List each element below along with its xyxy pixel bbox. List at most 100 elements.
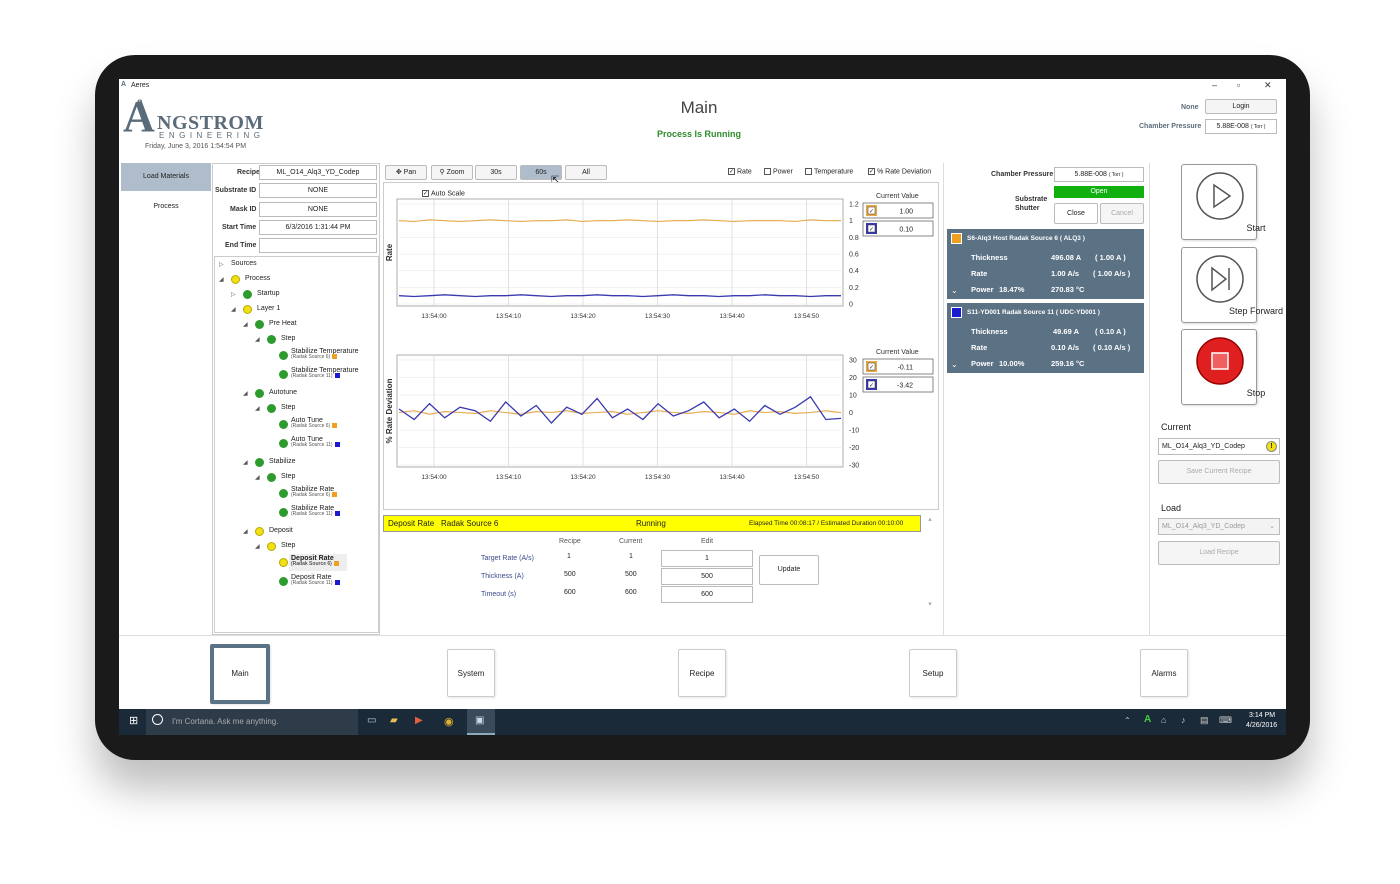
- nav-main[interactable]: Main: [210, 644, 270, 704]
- collapse-icon[interactable]: ◢: [255, 543, 260, 550]
- y-tick-label: 0.6: [849, 252, 859, 259]
- volume-icon[interactable]: ♪: [1181, 715, 1186, 725]
- tree-layer1[interactable]: Layer 1: [257, 305, 280, 312]
- load-recipe-button[interactable]: Load Recipe: [1158, 541, 1280, 565]
- leaf-source: (Radak Source 11): [291, 580, 333, 586]
- load-recipe-select[interactable]: ML_O14_Alq3_YD_Codep ⌄: [1158, 518, 1280, 535]
- step-elapsed: Elapsed Time 00:08:17 / Estimated Durati…: [749, 520, 904, 527]
- collapse-icon[interactable]: ◢: [243, 390, 248, 397]
- expand-icon[interactable]: ▷: [231, 291, 236, 298]
- scroll-down-icon[interactable]: ▾: [928, 601, 932, 608]
- window-titlebar: A Aeres – ▫ ✕: [119, 79, 1286, 93]
- expand-icon[interactable]: ▷: [219, 261, 224, 268]
- scrollbar[interactable]: ▴ ▾: [924, 515, 936, 635]
- collapse-icon[interactable]: ◢: [219, 276, 224, 283]
- stop-button[interactable]: Stop: [1181, 329, 1265, 405]
- tree-deposit[interactable]: Deposit: [269, 527, 293, 534]
- notification-icon[interactable]: ▤: [1200, 715, 1209, 726]
- tree-step[interactable]: Step: [281, 335, 295, 342]
- angstrom-tray-icon[interactable]: A: [1144, 714, 1151, 725]
- tree-step[interactable]: Step: [281, 473, 295, 480]
- x-tick-label: 13:54:20: [570, 474, 596, 481]
- restore-icon[interactable]: ▫: [1237, 80, 1240, 90]
- param-edit-input[interactable]: 600: [661, 586, 753, 603]
- param-edit-input[interactable]: 1: [661, 550, 753, 567]
- source-color-icon: [332, 423, 338, 429]
- aeres-taskbar-button[interactable]: ▣: [467, 709, 495, 735]
- collapse-icon[interactable]: ◢: [243, 528, 248, 535]
- collapse-icon[interactable]: ◢: [255, 405, 260, 412]
- collapse-icon[interactable]: ◢: [255, 474, 260, 481]
- windows-start-icon[interactable]: ⊞: [129, 714, 138, 727]
- file-explorer-icon[interactable]: ▰: [390, 715, 398, 726]
- keyboard-icon[interactable]: ⌨: [1219, 715, 1232, 726]
- save-recipe-button[interactable]: Save Current Recipe: [1158, 460, 1280, 484]
- collapse-icon[interactable]: ◢: [255, 336, 260, 343]
- pan-button[interactable]: ✥ Pan: [385, 165, 427, 180]
- minimize-icon[interactable]: –: [1212, 80, 1217, 90]
- tree-leaf[interactable]: Stabilize Temperature (Radak Source 6): [291, 348, 359, 360]
- tree-leaf[interactable]: Stabilize Rate (Radak Source 11): [291, 505, 340, 517]
- task-view-icon[interactable]: ▭: [367, 715, 376, 726]
- check-mark: ✓: [869, 365, 874, 371]
- collapse-icon[interactable]: ◢: [243, 321, 248, 328]
- rate-toggle[interactable]: ✓ Rate: [728, 168, 752, 175]
- shutter-close-button[interactable]: Close: [1054, 203, 1098, 224]
- zoom-button[interactable]: ⚲ Zoom: [431, 165, 473, 180]
- thickness-setpoint: ( 1.00 A ): [1095, 253, 1126, 262]
- current-recipe-value: ML_O14_Alq3_YD_Codep: [1162, 443, 1245, 450]
- nav-recipe[interactable]: Recipe: [678, 649, 726, 697]
- tray-chevron-up-icon[interactable]: ⌃: [1124, 716, 1131, 725]
- range-all-button[interactable]: All: [565, 165, 607, 180]
- nav-setup[interactable]: Setup: [909, 649, 957, 697]
- cortana-search[interactable]: I'm Cortana. Ask me anything.: [146, 709, 358, 735]
- nav-system[interactable]: System: [447, 649, 495, 697]
- close-icon[interactable]: ✕: [1264, 80, 1272, 91]
- tree-step[interactable]: Step: [281, 404, 295, 411]
- range-30s-button[interactable]: 30s: [475, 165, 517, 180]
- chrome-icon[interactable]: ◉: [444, 715, 454, 728]
- collapse-icon[interactable]: ◢: [243, 459, 248, 466]
- tree-leaf[interactable]: Deposit Rate (Radak Source 11): [291, 574, 340, 586]
- tree-leaf[interactable]: Auto Tune (Radak Source 6): [291, 417, 338, 429]
- nav-alarms[interactable]: Alarms: [1140, 649, 1188, 697]
- shutter-cancel-button[interactable]: Cancel: [1100, 203, 1144, 224]
- status-dot-icon: [267, 542, 276, 551]
- tree-preheat[interactable]: Pre Heat: [269, 320, 297, 327]
- login-button[interactable]: Login: [1205, 99, 1277, 114]
- tab-process[interactable]: Process: [121, 193, 211, 221]
- scroll-up-icon[interactable]: ▴: [928, 516, 932, 523]
- power-label: Power: [971, 285, 994, 294]
- start-button[interactable]: Start: [1181, 164, 1266, 240]
- status-dot-icon: [255, 527, 264, 536]
- expand-circle-icon[interactable]: ⌄: [951, 360, 958, 369]
- tab-load-materials[interactable]: Load Materials: [121, 163, 211, 191]
- step-forward-button[interactable]: Step Forward: [1181, 247, 1283, 323]
- collapse-icon[interactable]: ◢: [231, 306, 236, 313]
- legend-current-value: 1.00: [899, 209, 913, 216]
- rate-deviation-toggle[interactable]: ✓% Rate Deviation: [868, 168, 931, 175]
- rate-deviation-chart[interactable]: 30 20 10 0 -10 -20 -30 13:54:00 13:54:10 13:54:20…: [383, 347, 939, 510]
- tree-leaf[interactable]: Auto Tune (Radak Source 11): [291, 436, 340, 448]
- tree-autotune[interactable]: Autotune: [269, 389, 297, 396]
- rate-chart[interactable]: 1.2 1 0.8 0.6 0.4 0.2 0 13:54:00 13:54:10 13:54:2…: [383, 184, 939, 347]
- tree-leaf[interactable]: Stabilize Temperature (Radak Source 11): [291, 367, 359, 379]
- tree-startup[interactable]: Startup: [257, 290, 280, 297]
- expand-circle-icon[interactable]: ⌄: [951, 286, 958, 295]
- update-button[interactable]: Update: [759, 555, 819, 585]
- tree-sources[interactable]: Sources: [231, 260, 257, 267]
- tree-stabilize[interactable]: Stabilize: [269, 458, 295, 465]
- power-toggle[interactable]: Power: [764, 168, 793, 175]
- media-app-icon[interactable]: ▶: [415, 715, 423, 726]
- param-edit-input[interactable]: 500: [661, 568, 753, 585]
- network-icon[interactable]: ⌂: [1161, 715, 1166, 725]
- temperature-toggle[interactable]: Temperature: [805, 168, 853, 175]
- status-dot-icon: [255, 389, 264, 398]
- step-source: Radak Source 6: [441, 519, 499, 528]
- tree-leaf[interactable]: Stabilize Rate (Radak Source 6): [291, 486, 338, 498]
- tree-leaf-selected[interactable]: Deposit Rate (Radak Source 6): [291, 555, 339, 567]
- shutter-label-2: Shutter: [1015, 205, 1040, 212]
- mask-label: Mask ID: [230, 206, 257, 213]
- tree-process[interactable]: Process: [245, 275, 270, 282]
- tree-step[interactable]: Step: [281, 542, 295, 549]
